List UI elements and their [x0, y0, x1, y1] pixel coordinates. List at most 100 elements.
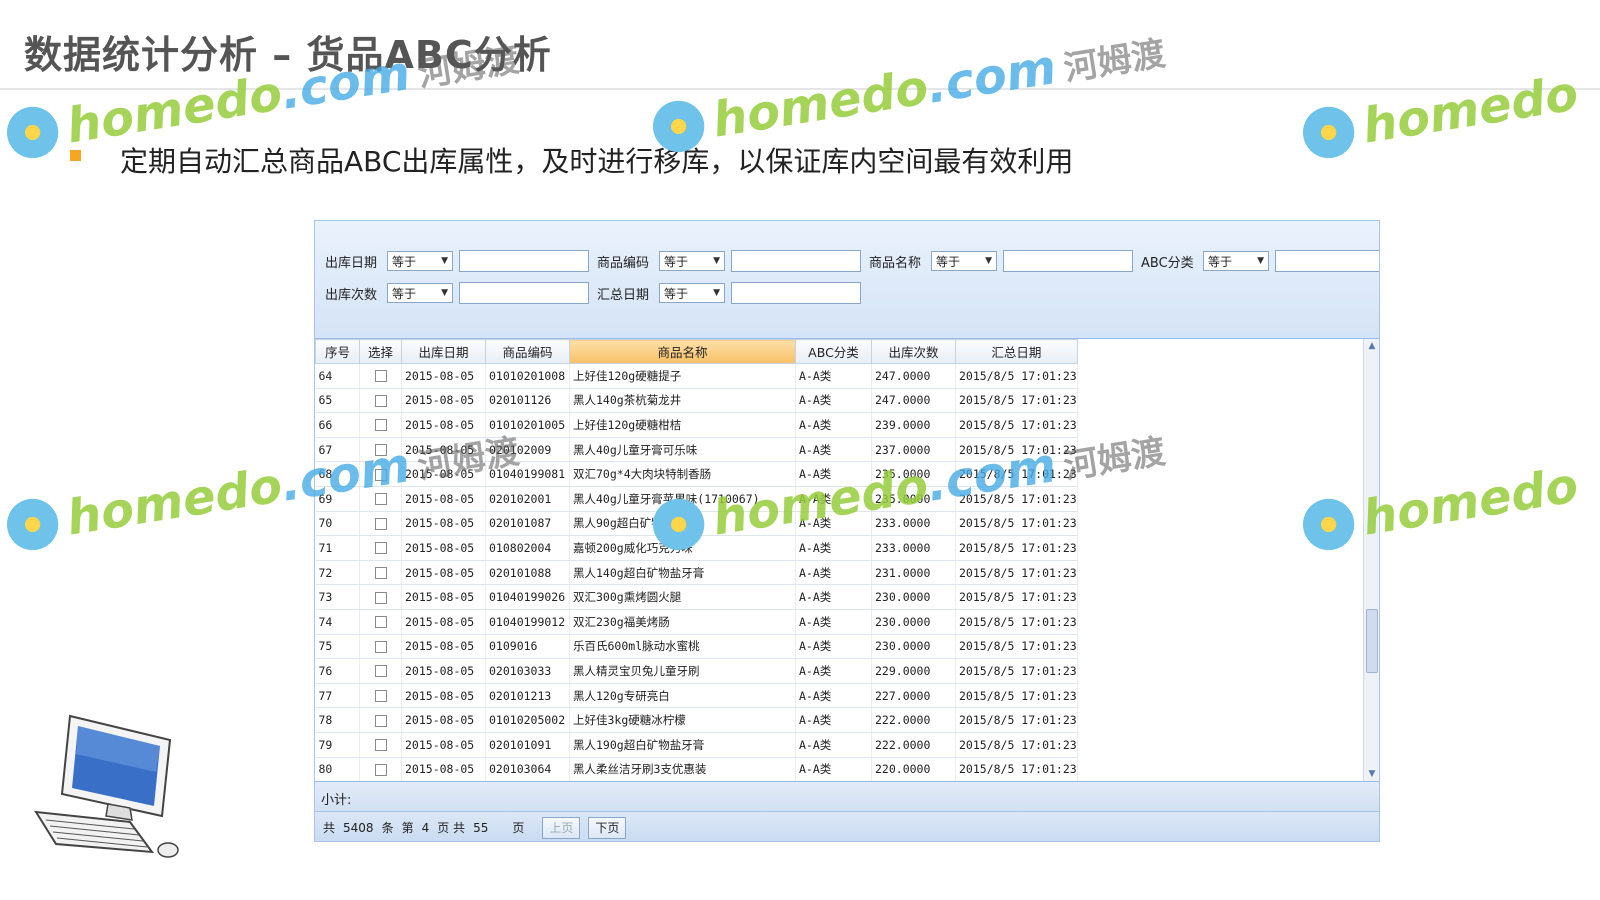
cell-product-code: 020101088	[485, 560, 570, 586]
row-checkbox[interactable]	[374, 739, 387, 752]
row-checkbox[interactable]	[374, 763, 387, 776]
table-row[interactable]: 69 2015-08-05 020102001 黑人40g儿童牙膏苹果味(171006…	[315, 486, 1078, 512]
cell-ship-count: 230.0000	[871, 609, 956, 635]
cell-ship-date: 2015-08-05	[401, 584, 486, 610]
column-header-abc-class[interactable]: ABC分类	[795, 339, 872, 364]
watermark-latin: homedo	[1358, 65, 1582, 155]
table-row[interactable]: 71 2015-08-05 010802004 嘉顿200g威化巧克力味 A-A类 233…	[315, 535, 1078, 561]
cell-index: 69	[315, 486, 360, 512]
cell-product-name: 上好佳120g硬糖柑桔	[569, 412, 796, 438]
row-checkbox[interactable]	[374, 640, 387, 653]
table-row[interactable]: 75 2015-08-05 0109016 乐百氏600ml脉动水蜜桃 A-A类 230.…	[315, 634, 1078, 660]
cell-select	[359, 412, 402, 438]
cell-select	[359, 486, 402, 512]
filter-operator-ship-count[interactable]: 等于 ▼	[387, 283, 453, 303]
filter-input-product-code[interactable]	[731, 250, 861, 272]
table-row[interactable]: 65 2015-08-05 020101126 黑人140g茶杭菊龙井 A-A类 247.…	[315, 388, 1078, 414]
watermark-logo: homedo	[1295, 64, 1582, 166]
next-page-button[interactable]: 下页	[588, 816, 627, 839]
cell-product-code: 01040199026	[485, 584, 570, 610]
row-checkbox[interactable]	[374, 591, 387, 604]
row-checkbox[interactable]	[374, 493, 387, 506]
cell-product-code: 01010201005	[485, 412, 570, 438]
cell-index: 70	[315, 511, 360, 537]
filter-input-summary-date[interactable]	[731, 282, 861, 304]
subtotal-label: 小计:	[321, 793, 352, 808]
column-header-ship-date[interactable]: 出库日期	[401, 339, 486, 364]
pager-current-page: 4	[421, 820, 430, 835]
filter-operator-product-code[interactable]: 等于 ▼	[659, 251, 725, 271]
table-row[interactable]: 72 2015-08-05 020101088 黑人140g超白矿物盐牙膏 A-A类 23…	[315, 560, 1078, 586]
filter-input-abc-class[interactable]	[1275, 250, 1379, 272]
cell-index: 74	[315, 609, 360, 635]
computer-illustration	[34, 714, 179, 858]
table-row[interactable]: 66 2015-08-05 01010201005 上好佳120g硬糖柑桔 A-A类 23…	[315, 412, 1078, 438]
filter-operator-product-name[interactable]: 等于 ▼	[931, 251, 997, 271]
scroll-thumb[interactable]	[1366, 609, 1378, 673]
filter-operator-abc-class[interactable]: 等于 ▼	[1203, 251, 1269, 271]
slide-title: 数据统计分析 – 货品ABC分析	[24, 33, 552, 77]
table-row[interactable]: 73 2015-08-05 01040199026 双汇300g熏烤圆火腿 A-A类 23…	[315, 584, 1078, 610]
dropdown-arrow-icon: ▼	[713, 288, 720, 298]
prev-page-button[interactable]: 上页	[542, 816, 581, 839]
cell-ship-count: 235.0000	[871, 486, 956, 512]
row-checkbox[interactable]	[374, 370, 387, 383]
cell-ship-date: 2015-08-05	[401, 634, 486, 660]
column-header-select[interactable]: 选择	[359, 339, 402, 364]
cell-select	[359, 437, 402, 463]
cell-abc-class: A-A类	[795, 658, 872, 684]
cell-index: 65	[315, 388, 360, 414]
table-row[interactable]: 80 2015-08-05 020103064 黑人柔丝洁牙刷3支优惠装 A-A类 220…	[315, 757, 1078, 783]
column-header-index[interactable]: 序号	[315, 339, 360, 364]
row-checkbox[interactable]	[374, 616, 387, 629]
table-row[interactable]: 77 2015-08-05 020101213 黑人120g专研亮白 A-A类 227.0…	[315, 683, 1078, 709]
filter-input-ship-date[interactable]	[459, 250, 589, 272]
row-checkbox[interactable]	[374, 567, 387, 580]
cell-select	[359, 732, 402, 758]
filter-input-product-name[interactable]	[1003, 250, 1133, 272]
table-row[interactable]: 68 2015-08-05 01040199081 双汇70g*4大肉块特制香肠 A-A…	[315, 461, 1078, 487]
filter-input-ship-count[interactable]	[459, 282, 589, 304]
filter-operator-ship-date[interactable]: 等于 ▼	[387, 251, 453, 271]
cell-index: 75	[315, 634, 360, 660]
table-row[interactable]: 70 2015-08-05 020101087 黑人90g超白矿物盐牙膏 A-A类 233…	[315, 511, 1078, 537]
table-row[interactable]: 67 2015-08-05 020102009 黑人40g儿童牙膏可乐味 A-A类 237…	[315, 437, 1078, 463]
row-checkbox[interactable]	[374, 665, 387, 678]
table-row[interactable]: 78 2015-08-05 01010205002 上好佳3kg硬糖冰柠檬 A-A类 22…	[315, 707, 1078, 733]
column-header-summary-date[interactable]: 汇总日期	[955, 339, 1078, 364]
row-checkbox[interactable]	[374, 517, 387, 530]
row-checkbox[interactable]	[374, 419, 387, 432]
cell-abc-class: A-A类	[795, 560, 872, 586]
scroll-down-icon[interactable]: ▼	[1366, 769, 1378, 779]
cell-product-code: 020103064	[485, 757, 570, 783]
cell-ship-date: 2015-08-05	[401, 757, 486, 783]
row-checkbox[interactable]	[374, 394, 387, 407]
cell-product-code: 0109016	[485, 634, 570, 660]
cell-product-code: 01010205002	[485, 707, 570, 733]
pager-total-suffix: 条	[381, 821, 394, 835]
table-row[interactable]: 79 2015-08-05 020101091 黑人190g超白矿物盐牙膏 A-A类 22…	[315, 732, 1078, 758]
cell-abc-class: A-A类	[795, 535, 872, 561]
column-header-product-name[interactable]: 商品名称	[569, 339, 796, 364]
cell-product-code: 020101126	[485, 388, 570, 414]
row-checkbox[interactable]	[374, 714, 387, 727]
column-header-ship-count[interactable]: 出库次数	[871, 339, 956, 364]
table-row[interactable]: 74 2015-08-05 01040199012 双汇230g福美烤肠 A-A类 230…	[315, 609, 1078, 635]
filter-operator-summary-date[interactable]: 等于 ▼	[659, 283, 725, 303]
grid-vertical-scrollbar[interactable]: ▲ ▼	[1363, 339, 1379, 781]
row-checkbox[interactable]	[374, 468, 387, 481]
table-row[interactable]: 64 2015-08-05 01010201008 上好佳120g硬糖提子 A-A类 24…	[315, 363, 1078, 389]
scroll-up-icon[interactable]: ▲	[1366, 341, 1378, 351]
row-checkbox[interactable]	[374, 690, 387, 703]
column-header-product-code[interactable]: 商品编码	[485, 339, 570, 364]
cell-product-name: 双汇300g熏烤圆火腿	[569, 584, 796, 610]
cell-ship-count: 233.0000	[871, 535, 956, 561]
row-checkbox[interactable]	[374, 444, 387, 457]
cell-ship-date: 2015-08-05	[401, 461, 486, 487]
cell-product-code: 020101091	[485, 732, 570, 758]
table-row[interactable]: 76 2015-08-05 020103033 黑人精灵宝贝兔儿童牙刷 A-A类 229.…	[315, 658, 1078, 684]
cell-product-code: 01040199081	[485, 461, 570, 487]
cell-ship-count: 220.0000	[871, 757, 956, 783]
cell-ship-date: 2015-08-05	[401, 511, 486, 537]
row-checkbox[interactable]	[374, 542, 387, 555]
